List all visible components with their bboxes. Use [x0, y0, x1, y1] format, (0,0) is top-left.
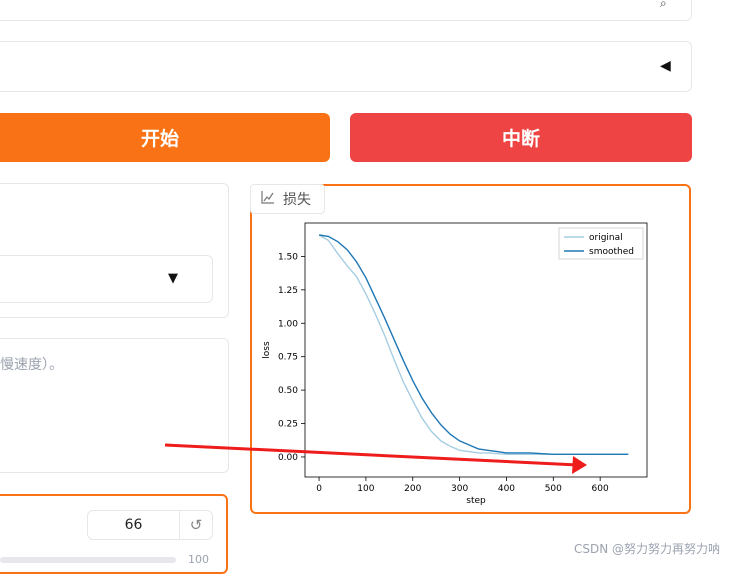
slider-track[interactable] [0, 557, 176, 563]
x-tick-label: 100 [357, 484, 374, 494]
start-button[interactable]: 开始 [0, 113, 330, 162]
number-value: 66 [124, 517, 143, 533]
legend-label-original: original [589, 233, 623, 243]
x-tick-label: 0 [316, 484, 322, 494]
y-tick-label: 0.75 [278, 353, 298, 363]
stop-button[interactable]: 中断 [350, 113, 692, 162]
y-tick-label: 1.25 [278, 286, 298, 296]
description-text: 慢速度）。 [0, 357, 63, 373]
y-axis-label: loss [262, 341, 272, 359]
x-axis-label: step [466, 496, 486, 506]
x-tick-label: 200 [404, 484, 421, 494]
model-select[interactable] [0, 255, 213, 303]
chart-icon [261, 190, 275, 208]
reset-icon[interactable]: ↺ [179, 511, 212, 539]
y-tick-label: 0.25 [278, 420, 298, 430]
plot-label: 损失 [250, 184, 325, 214]
watermark: CSDN @努力努力再努力呐 [574, 542, 721, 556]
y-tick-label: 0.50 [278, 386, 298, 396]
top-dropdown[interactable] [0, 41, 692, 92]
y-tick-label: 1.50 [278, 252, 298, 262]
y-tick-label: 0.00 [278, 453, 298, 463]
top-input[interactable] [0, 0, 692, 21]
collapse-arrow-icon[interactable]: ◀ [660, 58, 671, 74]
x-tick-label: 400 [498, 484, 515, 494]
x-tick-label: 300 [451, 484, 468, 494]
number-input[interactable]: 66 ↺ [87, 510, 213, 540]
search-icon: ⌕ [660, 0, 667, 10]
dropdown-arrow-icon[interactable]: ▼ [168, 271, 178, 286]
loss-chart: 0 100 200 300 400 500 600 0.00 0.25 0.50 0.75 1.00 1… [262, 222, 648, 506]
x-tick-label: 600 [592, 484, 609, 494]
plot-tab-label: 损失 [283, 192, 311, 208]
y-tick-label: 1.00 [278, 319, 298, 329]
legend-label-smoothed: smoothed [589, 247, 634, 257]
x-tick-label: 500 [545, 484, 562, 494]
